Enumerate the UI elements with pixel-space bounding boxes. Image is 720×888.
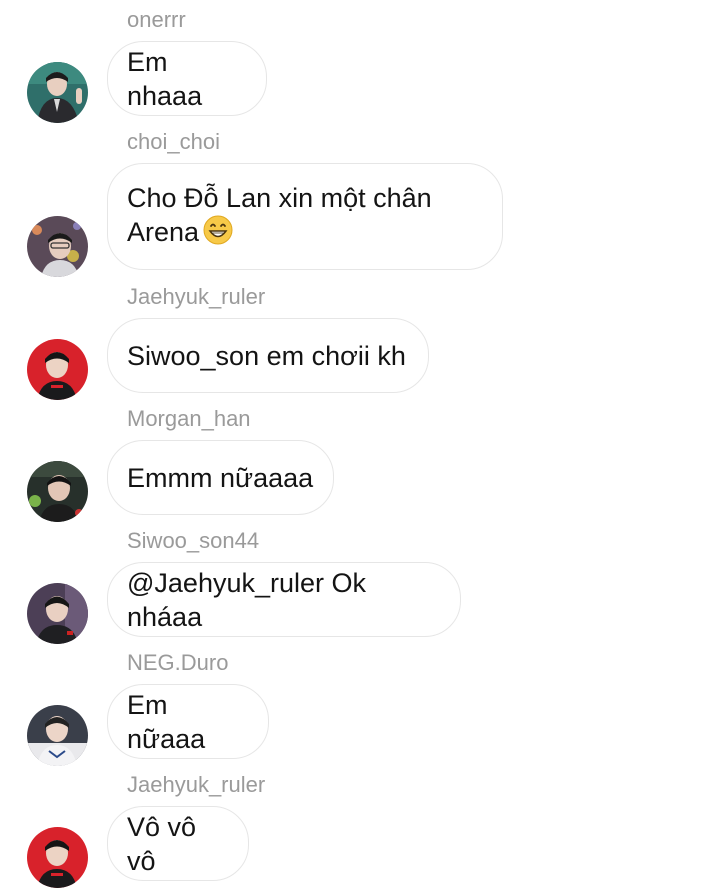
message-text: Em nhaaa [127, 46, 203, 111]
message-text-fragment: Arena [127, 216, 200, 247]
message-text-line: Cho Đỗ Lan xin một chân [127, 182, 432, 213]
sender-name[interactable]: Morgan_han [127, 406, 251, 432]
user-avatar[interactable] [27, 705, 88, 766]
message-bubble[interactable]: Em nhaaa [107, 41, 267, 116]
message-bubble[interactable]: Cho Đỗ Lan xin một chân Arena [107, 163, 503, 270]
message-text: Em nữaaa [127, 689, 206, 754]
user-avatar[interactable] [27, 461, 88, 522]
sender-name[interactable]: onerrr [127, 7, 186, 33]
user-avatar[interactable] [27, 339, 88, 400]
message-text: Siwoo_son em chơii kh [127, 340, 406, 371]
message-bubble[interactable]: Em nữaaa [107, 684, 269, 759]
message-text: @Jaehyuk_ruler Ok nháaa [127, 567, 367, 632]
user-avatar[interactable] [27, 62, 88, 123]
message-text: Vô vô vô [127, 811, 197, 876]
sender-name[interactable]: choi_choi [127, 129, 220, 155]
message-bubble[interactable]: @Jaehyuk_ruler Ok nháaa [107, 562, 461, 637]
user-avatar[interactable] [27, 827, 88, 888]
sender-name[interactable]: Jaehyuk_ruler [127, 772, 265, 798]
message-text: Cho Đỗ Lan xin một chân Arena [127, 181, 432, 253]
message-bubble[interactable]: Emmm nữaaaa [107, 440, 334, 515]
message-bubble[interactable]: Vô vô vô [107, 806, 249, 881]
message-text: Emmm nữaaaa [127, 462, 314, 493]
grinning-face-emoji-icon [203, 215, 233, 253]
sender-name[interactable]: NEG.Duro [127, 650, 228, 676]
user-avatar[interactable] [27, 216, 88, 277]
sender-name[interactable]: Siwoo_son44 [127, 528, 259, 554]
sender-name[interactable]: Jaehyuk_ruler [127, 284, 265, 310]
message-bubble[interactable]: Siwoo_son em chơii kh [107, 318, 429, 393]
message-text-line: Arena [127, 215, 432, 253]
user-avatar[interactable] [27, 583, 88, 644]
